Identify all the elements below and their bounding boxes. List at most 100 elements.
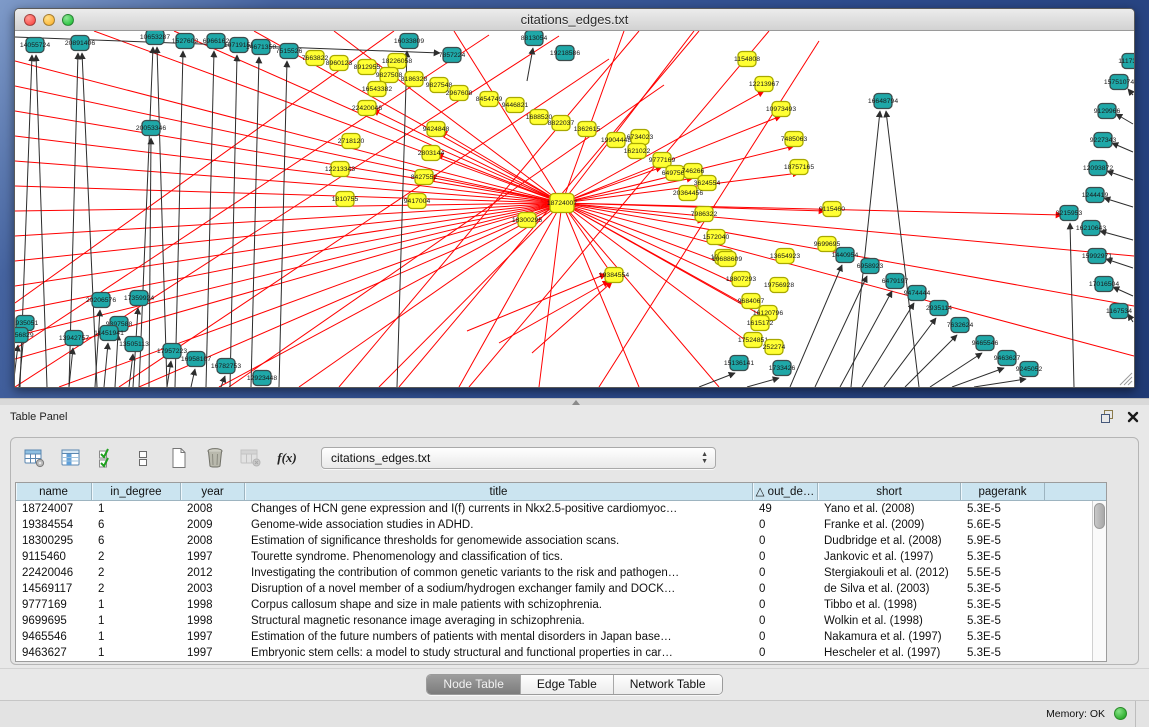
column-header-name[interactable]: name: [16, 483, 92, 500]
graph-edge[interactable]: [1070, 223, 1074, 387]
graph-edge[interactable]: [905, 335, 957, 387]
table-row[interactable]: 946362711997Embryonic stem cells: a mode…: [16, 645, 1106, 661]
graph-edge[interactable]: [562, 203, 719, 387]
table-row[interactable]: 969969511998Structural magnetic resonanc…: [16, 613, 1106, 629]
graph-edge[interactable]: [974, 379, 1026, 387]
window-titlebar[interactable]: citations_edges.txt: [15, 9, 1134, 31]
graph-edge[interactable]: [930, 353, 982, 387]
delete-table-button-disabled: [239, 446, 263, 470]
show-columns-button[interactable]: [59, 446, 83, 470]
graph-edge[interactable]: [1104, 198, 1133, 207]
network-canvas[interactable]: 1405572420891406106532871527602696616210…: [15, 31, 1134, 387]
graph-edge[interactable]: [467, 274, 606, 331]
graph-edge[interactable]: [299, 203, 562, 387]
network-graph[interactable]: 1405572420891406106532871527602696616210…: [15, 31, 1134, 387]
graph-edge[interactable]: [884, 318, 936, 387]
panel-splitter[interactable]: [0, 398, 1149, 405]
graph-edge[interactable]: [15, 136, 562, 203]
column-header-out_de[interactable]: △ out_de…: [753, 483, 818, 500]
graph-edge[interactable]: [562, 167, 662, 203]
graph-edge[interactable]: [562, 203, 753, 346]
table-row[interactable]: 911546021997Tourette syndrome. Phenomeno…: [16, 549, 1106, 565]
graph-edge[interactable]: [175, 51, 183, 387]
tab-network-table[interactable]: Network Table: [614, 675, 722, 694]
table-cell: 5.9E-5: [961, 533, 1045, 549]
graph-edge[interactable]: [15, 203, 562, 336]
graph-edge[interactable]: [840, 291, 892, 387]
float-panel-icon[interactable]: [1101, 410, 1115, 423]
graph-edge[interactable]: [1112, 143, 1133, 152]
graph-edge[interactable]: [1100, 231, 1133, 240]
graph-node-label: 9115460: [819, 206, 845, 213]
graph-node-label: 6734023: [627, 134, 654, 141]
graph-edge[interactable]: [15, 203, 562, 211]
graph-edge[interactable]: [790, 265, 842, 387]
new-column-button[interactable]: [167, 446, 191, 470]
graph-edge[interactable]: [15, 345, 18, 387]
graph-edge[interactable]: [206, 51, 214, 387]
graph-edge[interactable]: [104, 343, 108, 387]
tab-edge-table[interactable]: Edge Table: [521, 675, 614, 694]
graph-edge[interactable]: [562, 91, 764, 203]
graph-edge[interactable]: [1113, 287, 1133, 296]
table-cell: 5.3E-5: [961, 613, 1045, 629]
graph-edge[interactable]: [1128, 89, 1133, 95]
graph-edge[interactable]: [539, 203, 562, 387]
graph-edge[interactable]: [115, 334, 118, 387]
graph-edge[interactable]: [15, 203, 562, 261]
table-row[interactable]: 1872400712008Changes of HCN gene express…: [16, 501, 1106, 517]
graph-edge[interactable]: [191, 369, 195, 387]
function-builder-button[interactable]: f(x): [275, 446, 299, 470]
deselect-all-button[interactable]: [131, 446, 155, 470]
graph-edge[interactable]: [397, 51, 407, 387]
graph-node-label: 16033809: [394, 38, 424, 45]
vertical-scrollbar[interactable]: [1092, 501, 1106, 661]
column-header-pagerank[interactable]: pagerank: [961, 483, 1045, 500]
graph-edge[interactable]: [279, 61, 287, 387]
graph-edge[interactable]: [1116, 114, 1133, 124]
graph-edge[interactable]: [129, 354, 133, 387]
resize-grip[interactable]: [1120, 373, 1132, 385]
column-header-short[interactable]: short: [818, 483, 961, 500]
table-cell: Wolkin et al. (1998): [818, 613, 961, 629]
select-all-button[interactable]: [95, 446, 119, 470]
scrollbar-thumb[interactable]: [1094, 503, 1105, 529]
tab-node-table[interactable]: Node Table: [427, 675, 521, 694]
graph-edge[interactable]: [139, 47, 153, 387]
graph-edge[interactable]: [851, 111, 880, 387]
graph-edge[interactable]: [441, 131, 562, 203]
table-row[interactable]: 1830029562008Estimation of significance …: [16, 533, 1106, 549]
graph-edge[interactable]: [149, 138, 151, 387]
graph-edge[interactable]: [1107, 171, 1133, 180]
graph-edge[interactable]: [1106, 259, 1133, 268]
table-row[interactable]: 2242004622012Investigating the contribut…: [16, 565, 1106, 581]
graph-edge[interactable]: [886, 111, 919, 387]
graph-edge[interactable]: [815, 276, 867, 387]
table-settings-button[interactable]: [23, 446, 47, 470]
column-header-title[interactable]: title: [245, 483, 753, 500]
graph-node-label: 14671358: [246, 44, 276, 51]
table-select-dropdown[interactable]: citations_edges.txt ▲▼: [321, 447, 716, 469]
delete-column-button[interactable]: [203, 446, 227, 470]
table-cell: Yano et al. (2008): [818, 501, 961, 517]
graph-node-label: 14055724: [20, 42, 50, 49]
table-row[interactable]: 1456911722003Disruption of a novel membe…: [16, 581, 1106, 597]
graph-edge[interactable]: [562, 203, 1134, 356]
graph-edge[interactable]: [167, 361, 171, 387]
table-cell: 5.6E-5: [961, 517, 1045, 533]
graph-edge[interactable]: [527, 48, 533, 81]
graph-edge[interactable]: [230, 55, 237, 387]
graph-edge[interactable]: [15, 186, 562, 203]
graph-edge[interactable]: [36, 55, 47, 387]
graph-edge[interactable]: [952, 368, 1004, 387]
table-row[interactable]: 1938455462009Genome-wide association stu…: [16, 517, 1106, 533]
graph-edge[interactable]: [157, 47, 167, 387]
graph-edge[interactable]: [862, 303, 914, 387]
column-header-year[interactable]: year: [181, 483, 245, 500]
column-header-in_degree[interactable]: in_degree: [92, 483, 181, 500]
close-panel-icon[interactable]: [1127, 411, 1139, 423]
table-row[interactable]: 977716911998Corpus callosum shape and si…: [16, 597, 1106, 613]
graph-edge[interactable]: [469, 31, 769, 387]
graph-edge[interactable]: [747, 378, 779, 387]
table-row[interactable]: 946554611997Estimation of the future num…: [16, 629, 1106, 645]
